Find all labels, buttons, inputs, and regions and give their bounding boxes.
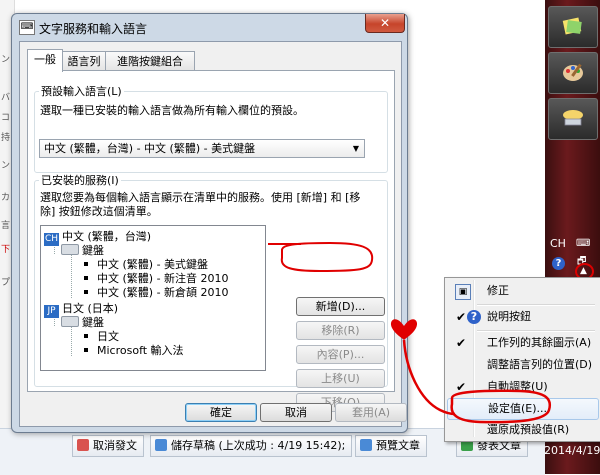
check-icon: ✔	[456, 310, 467, 324]
menu-item-help-button[interactable]: ✔ ? 說明按鈕	[447, 306, 597, 328]
help-icon: ?	[467, 310, 481, 324]
default-language-value: 中文 (繁體，台灣) - 中文 (繁體) - 美式鍵盤	[44, 142, 256, 155]
ch-language-icon: CH	[44, 233, 59, 246]
add-button[interactable]: 新增(D)...	[296, 297, 385, 316]
menu-item-auto-adjust[interactable]: ✔ 自動調整(U)	[447, 376, 597, 398]
check-icon: ✔	[456, 336, 467, 350]
notes-icon	[562, 17, 582, 35]
preview-post-button[interactable]: 預覽文章	[355, 435, 427, 457]
save-icon	[155, 439, 167, 451]
installed-services-description-2: 除] 按鈕修改這個清單。	[40, 205, 158, 218]
paint-palette-icon	[563, 63, 583, 81]
remove-button[interactable]: 移除(R)	[296, 321, 385, 340]
default-language-group: 預設輸入語言(L)	[34, 83, 388, 173]
dropdown-arrow-icon: ▼	[352, 144, 359, 153]
tree-item[interactable]: 中文 (繁體) - 新倉頡 2010	[84, 284, 229, 300]
check-icon: ✔	[456, 380, 467, 394]
strip-char: バ	[1, 93, 11, 103]
installed-services-legend: 已安裝的服務(I)	[41, 174, 119, 187]
strip-char: カ	[1, 193, 11, 203]
tab-general[interactable]: 一般	[27, 49, 63, 72]
language-bar-context-menu: ▣ 修正 ✔ ? 說明按鈕 ✔ 工作列的其餘圖示(A) 調整語言列的位置(D) …	[444, 277, 600, 442]
apply-button[interactable]: 套用(A)	[335, 403, 407, 422]
menu-item-settings[interactable]: 設定值(E)...	[447, 398, 599, 420]
installed-services-tree[interactable]: CH 中文 (繁體，台灣) 鍵盤 中文 (繁體) - 美式鍵盤 中文 (繁體) -…	[40, 225, 266, 371]
default-language-select[interactable]: 中文 (繁體，台灣) - 中文 (繁體) - 美式鍵盤 ▼	[39, 139, 365, 158]
strip-char: 言	[1, 221, 11, 231]
taskbar-app-paint[interactable]	[548, 52, 598, 94]
installed-services-description-1: 選取您要為每個輸入語言顯示在清單中的服務。使用 [新增] 和 [移	[40, 191, 361, 204]
dialog-client: 一般 語言列 進階按鍵組合 預設輸入語言(L) 選取一種已安裝的輸入語言做為所有…	[19, 41, 407, 427]
strip-char: コ	[1, 113, 11, 123]
menu-item-other-icons[interactable]: ✔ 工作列的其餘圖示(A)	[447, 332, 597, 354]
default-language-description: 選取一種已安裝的輸入語言做為所有輸入欄位的預設。	[40, 104, 304, 117]
dialog-title: 文字服務和輸入語言	[39, 22, 148, 36]
strip-char: 下	[1, 245, 11, 255]
tab-language-bar[interactable]: 語言列	[62, 51, 106, 71]
restore-icon: ▣	[455, 284, 471, 300]
tab-advanced-key-settings[interactable]: 進階按鍵組合	[105, 51, 195, 71]
tree-item[interactable]: Microsoft 輸入法	[84, 342, 184, 358]
strip-char: ン	[1, 161, 11, 171]
keyboard-icon	[61, 244, 79, 255]
taskbar-app-notes[interactable]	[548, 6, 598, 48]
text-services-dialog: ⌨ 文字服務和輸入語言 ✕ 一般 語言列 進階按鍵組合 預設輸入語言(L) 選取…	[11, 13, 408, 433]
language-indicator[interactable]: CH	[550, 237, 566, 250]
menu-item-adjust-position[interactable]: 調整語言列的位置(D)	[447, 354, 597, 376]
properties-button[interactable]: 內容(P)...	[296, 345, 385, 364]
preview-icon	[360, 439, 372, 451]
strip-char: 持	[1, 133, 11, 143]
jp-language-icon: JP	[44, 305, 59, 318]
ok-button[interactable]: 確定	[185, 403, 257, 422]
taskbar-date: 2014/4/19	[544, 444, 600, 457]
cancel-post-button[interactable]: 取消發文	[72, 435, 144, 457]
strip-char: プ	[1, 278, 11, 288]
save-draft-button[interactable]: 儲存草稿 (上次成功 : 4/19 15:42);	[150, 435, 353, 457]
help-icon[interactable]: ?	[552, 257, 565, 270]
menu-item-restore-defaults[interactable]: 還原成預設值(R)	[447, 419, 597, 441]
dialog-titlebar[interactable]: ⌨ 文字服務和輸入語言 ✕	[12, 14, 407, 40]
menu-item-restore[interactable]: ▣ 修正	[447, 280, 597, 302]
taskbar-app-language-bar[interactable]	[548, 98, 598, 140]
keyboard-icon[interactable]: ⌨	[576, 238, 590, 249]
close-button[interactable]: ✕	[365, 14, 405, 33]
cancel-button[interactable]: 取消	[260, 403, 332, 422]
tab-panel-general: 預設輸入語言(L) 選取一種已安裝的輸入語言做為所有輸入欄位的預設。 中文 (繁…	[27, 70, 395, 412]
keyboard-icon: ⌨	[19, 20, 35, 35]
cancel-icon	[77, 439, 89, 451]
keyboard-icon	[61, 316, 79, 327]
chevron-down-icon: ▲	[580, 266, 587, 276]
move-up-button[interactable]: 上移(U)	[296, 369, 385, 388]
strip-char: ン	[1, 55, 11, 65]
keyboard-lamp-icon	[563, 110, 583, 126]
default-language-legend: 預設輸入語言(L)	[41, 85, 122, 98]
